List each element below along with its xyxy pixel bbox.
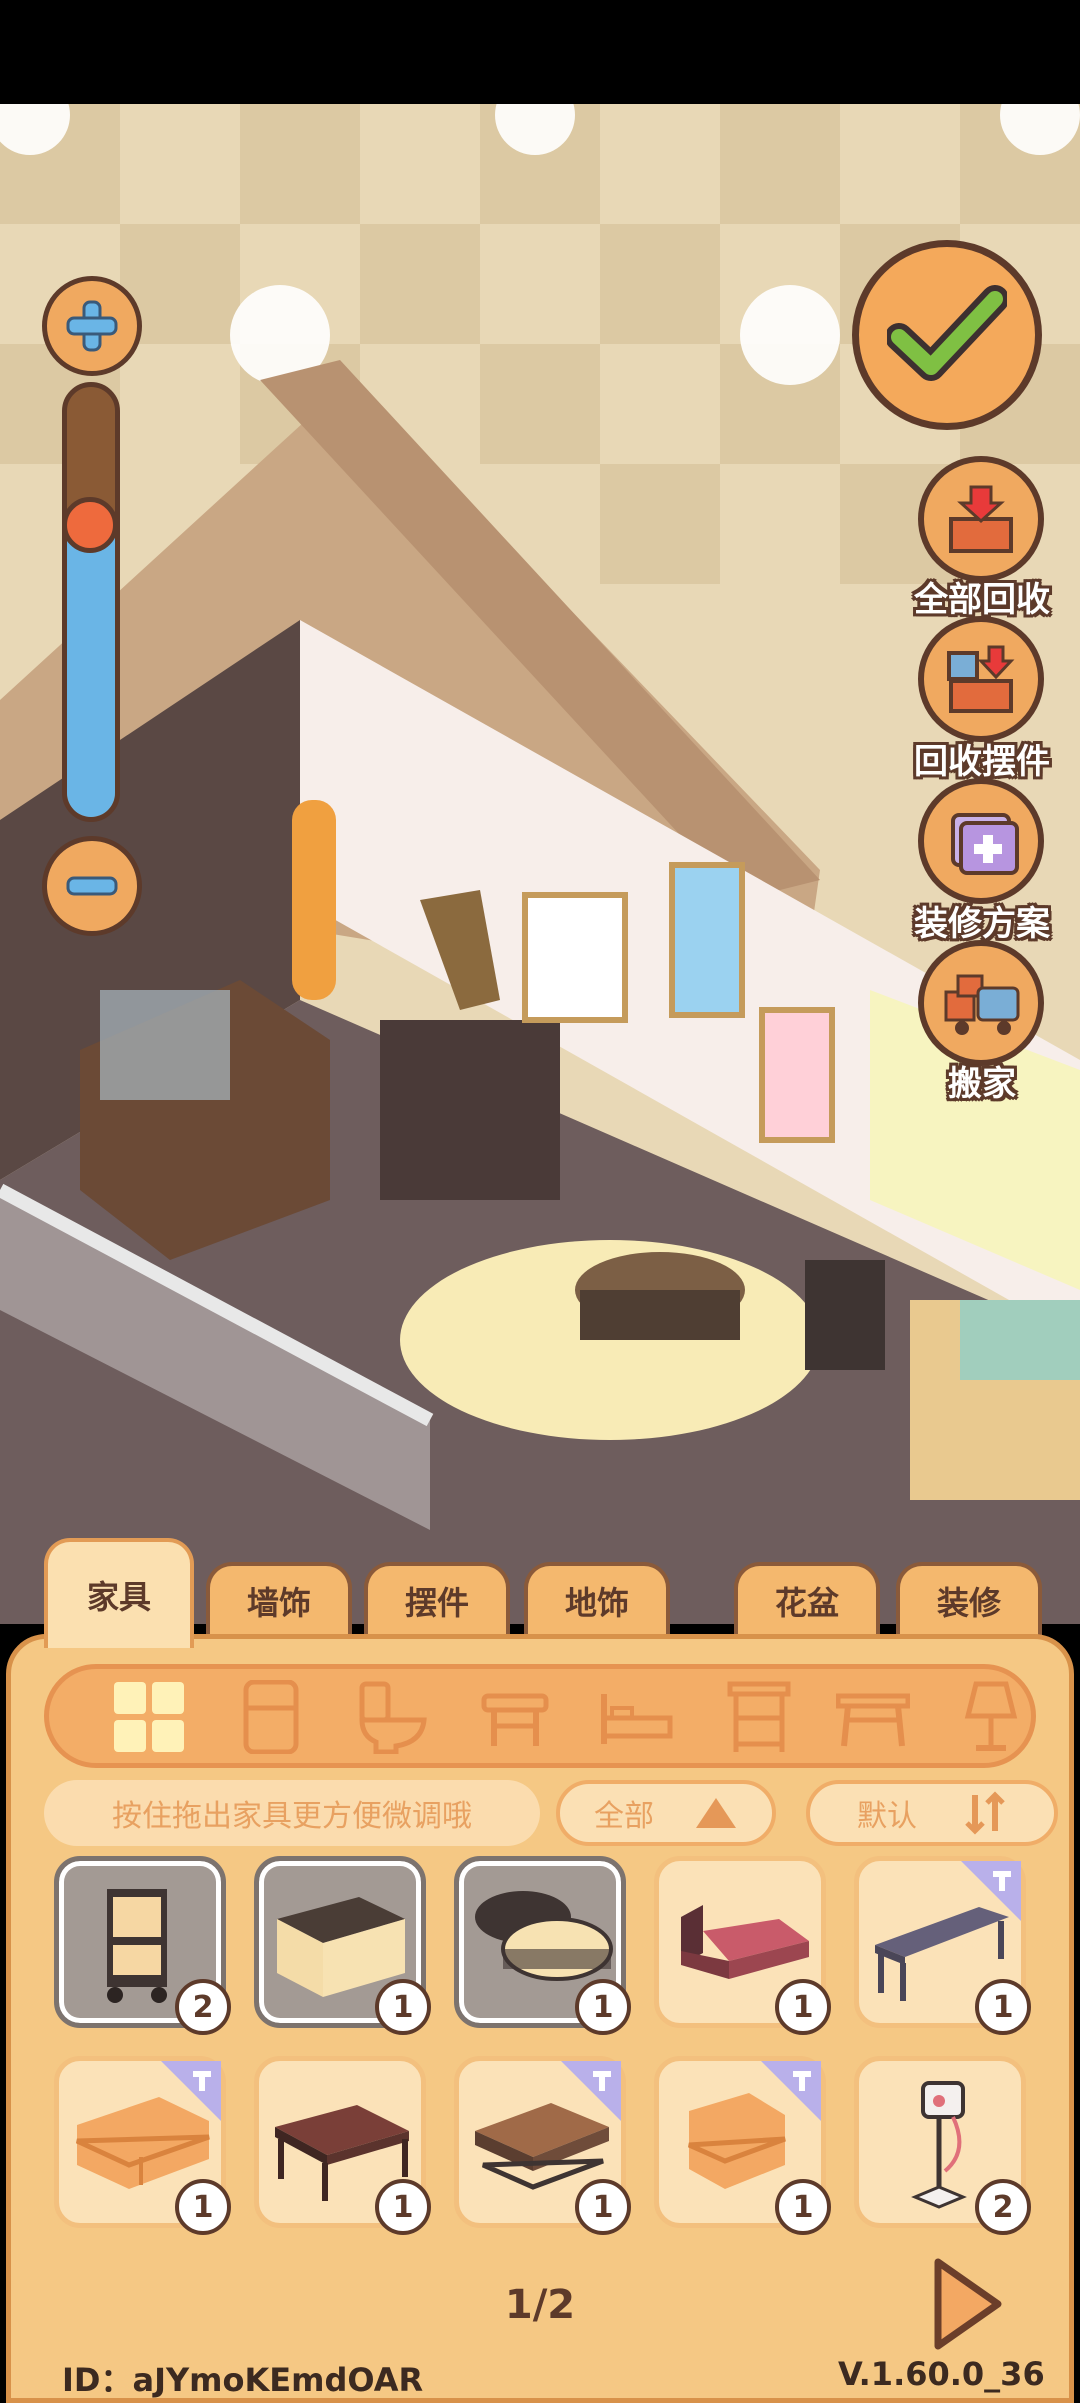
moving-truck-icon xyxy=(944,974,1020,1035)
category-lamp[interactable] xyxy=(954,1680,1028,1754)
tab-label: 地饰 xyxy=(564,1584,629,1622)
category-seating[interactable] xyxy=(478,1680,552,1754)
item-count-badge: 1 xyxy=(375,2179,431,2235)
box-down-arrow-icon xyxy=(949,485,1013,553)
category-cabinet[interactable] xyxy=(722,1680,796,1754)
item-card-round-table[interactable]: 1 xyxy=(454,1856,631,2035)
drag-hint-text: 按住拖出家具更方便微调哦 xyxy=(112,1799,472,1834)
item-count-badge: 1 xyxy=(375,1979,431,2035)
tab-ornaments[interactable]: 摆件 xyxy=(364,1562,510,1636)
recycle-all-label: 全部回收 xyxy=(914,580,1050,620)
tab-renovation[interactable]: 装修 xyxy=(896,1562,1042,1636)
checkmark-icon xyxy=(887,285,1007,381)
type-select-value: 全部 xyxy=(594,1799,654,1834)
type-select[interactable]: 全部 xyxy=(556,1780,776,1846)
minus-icon xyxy=(66,876,118,896)
play-right-icon xyxy=(934,2258,1002,2350)
item-count-badge: 1 xyxy=(175,2179,231,2235)
fridge-icon xyxy=(243,1680,299,1754)
folder-plus-icon xyxy=(951,813,1019,875)
toilet-icon xyxy=(359,1681,427,1754)
category-table[interactable] xyxy=(836,1680,910,1754)
triangle-up-icon xyxy=(696,1798,736,1828)
item-card-sideboard[interactable]: 1 xyxy=(254,1856,431,2035)
new-ribbon-icon xyxy=(161,2061,221,2121)
category-bed[interactable] xyxy=(600,1680,674,1754)
table-icon xyxy=(836,1693,910,1747)
cabinet-icon xyxy=(727,1681,791,1752)
item-count-badge: 2 xyxy=(975,2179,1031,2235)
zoom-slider[interactable] xyxy=(62,382,120,822)
zoom-slider-handle[interactable] xyxy=(62,497,118,554)
tab-label: 花盆 xyxy=(774,1584,839,1622)
zoom-out-button[interactable] xyxy=(42,836,142,936)
tab-furniture-active[interactable]: 家具 xyxy=(44,1538,194,1648)
category-appliance[interactable] xyxy=(234,1680,308,1754)
category-all[interactable] xyxy=(112,1680,186,1754)
move-house-label: 搬家 xyxy=(948,1064,1016,1104)
drag-hint: 按住拖出家具更方便微调哦 xyxy=(44,1780,540,1846)
item-card-armchair[interactable]: 1 xyxy=(654,2056,831,2235)
recycle-ornaments-button[interactable] xyxy=(918,616,1044,742)
status-bar xyxy=(0,0,1080,104)
category-bathroom[interactable] xyxy=(356,1680,430,1754)
recycle-ornaments-label: 回收摆件 xyxy=(914,742,1050,782)
sort-arrows-icon xyxy=(965,1791,1005,1835)
item-count-badge: 1 xyxy=(775,1979,831,2035)
zoom-slider-fill xyxy=(67,516,115,817)
decoration-plan-button[interactable] xyxy=(918,778,1044,904)
item-count-badge: 1 xyxy=(775,2179,831,2235)
user-id: ID：aJYmoKEmdOAR xyxy=(62,2361,424,2399)
tab-label: 家具 xyxy=(86,1578,151,1616)
sort-select-value: 默认 xyxy=(857,1799,917,1834)
item-count-badge: 1 xyxy=(975,1979,1031,2035)
new-ribbon-icon xyxy=(961,1861,1021,1921)
new-ribbon-icon xyxy=(761,2061,821,2121)
sort-select[interactable]: 默认 xyxy=(806,1780,1058,1846)
next-page-button[interactable] xyxy=(930,2256,1004,2352)
version-label: V.1.60.0_36 xyxy=(838,2355,1045,2393)
recycle-all-button[interactable] xyxy=(918,456,1044,582)
item-count-badge: 1 xyxy=(575,2179,631,2235)
lamp-icon xyxy=(964,1681,1018,1751)
item-card-fan-stand[interactable]: 2 xyxy=(854,2056,1031,2235)
item-card-orange-sofa[interactable]: 1 xyxy=(54,2056,231,2235)
tab-flowerpots[interactable]: 花盆 xyxy=(734,1562,880,1636)
confirm-button[interactable] xyxy=(852,240,1042,430)
page-indicator: 1/2 xyxy=(504,2282,576,2328)
item-count-badge: 2 xyxy=(175,1979,231,2035)
tab-label: 装修 xyxy=(936,1584,1001,1622)
grid-all-icon xyxy=(114,1682,184,1752)
item-card-coffee-table[interactable]: 1 xyxy=(454,2056,631,2235)
bed-icon xyxy=(601,1694,673,1744)
tab-wall-decor[interactable]: 墙饰 xyxy=(206,1562,352,1636)
item-card-trolley-cart[interactable]: 2 xyxy=(54,1856,231,2035)
cup-box-icon xyxy=(947,645,1015,713)
item-card-bench[interactable]: 1 xyxy=(854,1856,1031,2035)
item-card-dark-table[interactable]: 1 xyxy=(254,2056,431,2235)
item-card-red-bed[interactable]: 1 xyxy=(654,1856,831,2035)
tab-label: 摆件 xyxy=(404,1584,469,1622)
move-house-button[interactable] xyxy=(918,940,1044,1066)
new-ribbon-icon xyxy=(561,2061,621,2121)
decoration-plan-label: 装修方案 xyxy=(914,904,1050,944)
zoom-in-button[interactable] xyxy=(42,276,142,376)
item-count-badge: 1 xyxy=(575,1979,631,2035)
tab-label: 墙饰 xyxy=(246,1584,311,1622)
plus-icon xyxy=(66,300,118,352)
stool-icon xyxy=(481,1693,549,1746)
tab-floor-decor[interactable]: 地饰 xyxy=(524,1562,670,1636)
